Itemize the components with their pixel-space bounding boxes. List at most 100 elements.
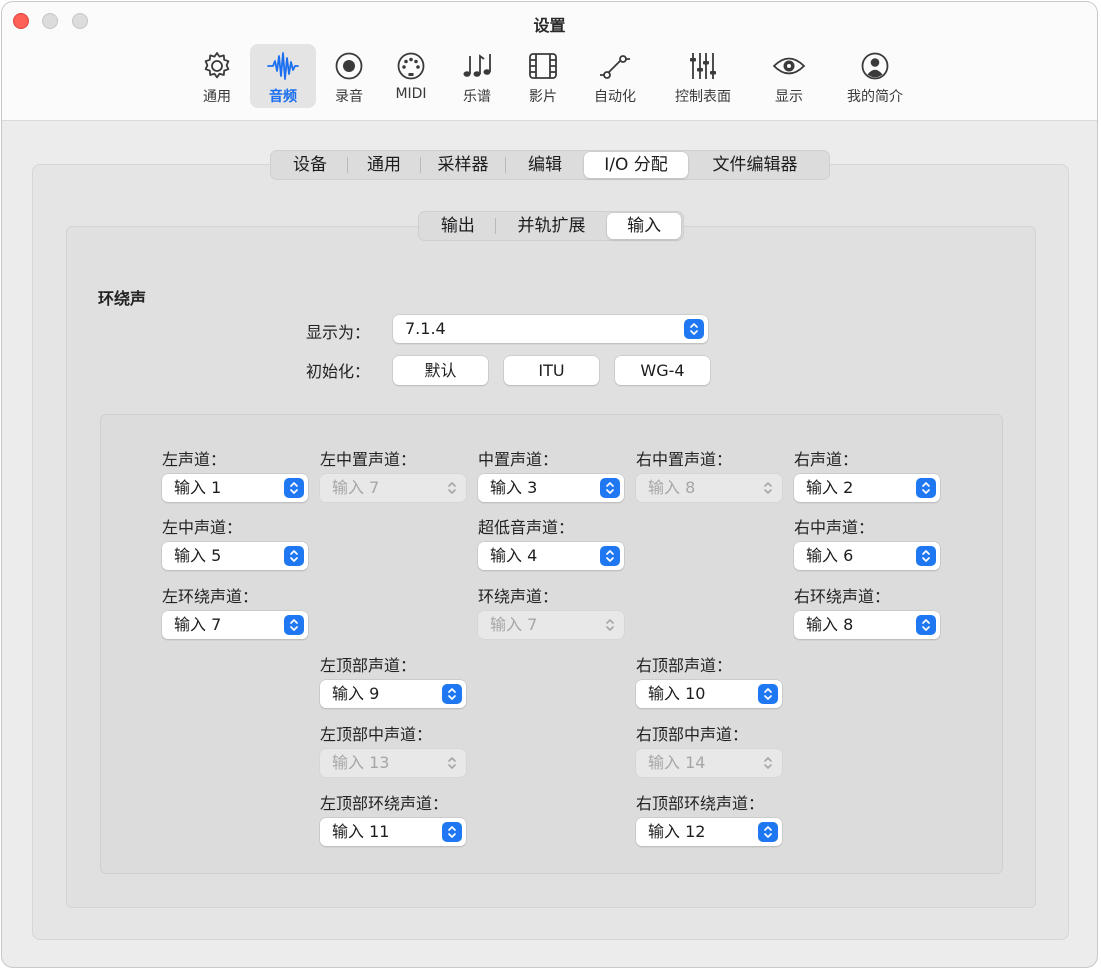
surround-channel-popup: 输入 7 xyxy=(478,611,624,639)
music-notes-icon xyxy=(463,54,491,77)
toolbar-item-record[interactable]: 录音 xyxy=(322,44,376,108)
right-center-channel-popup: 输入 8 xyxy=(636,474,782,502)
popup-value: 输入 10 xyxy=(648,684,706,703)
left-top-surround-channel-popup[interactable]: 输入 11 xyxy=(320,818,466,846)
up-down-chevron-icon xyxy=(758,822,778,842)
up-down-chevron-icon xyxy=(600,478,620,498)
up-down-chevron-icon xyxy=(758,684,778,704)
right-top-surround-channel-label: 右顶部环绕声道： xyxy=(636,794,765,813)
toolbar-item-label: 控制表面 xyxy=(675,89,731,105)
toolbar-item-label: 录音 xyxy=(335,89,363,105)
subtab-bounce-extensions[interactable]: 并轨扩展 xyxy=(496,213,608,239)
up-down-chevron-icon xyxy=(442,684,462,704)
left-channel-popup[interactable]: 输入 1 xyxy=(162,474,308,502)
right-channel-popup[interactable]: 输入 2 xyxy=(794,474,940,502)
toolbar-item-label: 我的简介 xyxy=(847,89,903,105)
tab-editing[interactable]: 编辑 xyxy=(506,152,584,178)
right-top-channel-label: 右顶部声道： xyxy=(636,656,733,675)
left-channel-label: 左声道： xyxy=(162,450,227,469)
init-wg4-button[interactable]: WG-4 xyxy=(615,356,710,385)
init-default-button[interactable]: 默认 xyxy=(393,356,488,385)
right-channel-label: 右声道： xyxy=(794,450,859,469)
popup-value: 输入 7 xyxy=(332,478,380,497)
center-channel-popup[interactable]: 输入 3 xyxy=(478,474,624,502)
tab-devices[interactable]: 设备 xyxy=(273,152,347,178)
up-down-chevron-icon xyxy=(684,319,704,339)
popup-value: 输入 7 xyxy=(174,615,222,634)
up-down-chevron-icon xyxy=(284,615,304,635)
popup-value: 输入 2 xyxy=(806,478,854,497)
popup-value: 输入 12 xyxy=(648,822,706,841)
tab-general[interactable]: 通用 xyxy=(348,152,420,178)
left-surround-channel-popup[interactable]: 输入 7 xyxy=(162,611,308,639)
gear-icon xyxy=(204,52,230,79)
toolbar-item-label: 影片 xyxy=(529,89,557,105)
window-title: 设置 xyxy=(533,16,566,35)
up-down-chevron-icon xyxy=(916,478,936,498)
popup-value: 输入 5 xyxy=(174,546,222,565)
toolbar-item-label: 自动化 xyxy=(594,89,636,105)
right-top-surround-channel-popup[interactable]: 输入 12 xyxy=(636,818,782,846)
toolbar-item-control-surfaces[interactable]: 控制表面 xyxy=(664,44,742,108)
profile-icon xyxy=(861,52,889,80)
popup-value: 输入 7 xyxy=(490,615,538,634)
popup-value: 输入 8 xyxy=(648,478,696,497)
lfe-channel-label: 超低音声道： xyxy=(478,518,575,537)
toolbar-item-midi[interactable]: MIDI xyxy=(384,44,438,108)
midi-port-icon xyxy=(397,52,425,80)
toolbar-item-score[interactable]: 乐谱 xyxy=(448,44,506,108)
waveform-icon xyxy=(267,52,299,80)
left-center-channel-label: 左中置声道： xyxy=(320,450,417,469)
toolbar-item-movie[interactable]: 影片 xyxy=(514,44,572,108)
subtab-input[interactable]: 输入 xyxy=(607,213,682,239)
up-down-chevron-icon xyxy=(442,753,462,773)
sliders-icon xyxy=(690,53,716,79)
toolbar-item-general[interactable]: 通用 xyxy=(188,44,246,108)
toolbar-item-automation[interactable]: 自动化 xyxy=(582,44,648,108)
display-as-popup[interactable]: 7.1.4 xyxy=(393,315,708,343)
right-top-channel-popup[interactable]: 输入 10 xyxy=(636,680,782,708)
up-down-chevron-icon xyxy=(600,546,620,566)
toolbar-item-audio[interactable]: 音频 xyxy=(250,44,316,108)
display-as-label: 显示为： xyxy=(306,323,371,342)
tab-file-editor[interactable]: 文件编辑器 xyxy=(688,152,822,178)
popup-value: 输入 3 xyxy=(490,478,538,497)
right-top-mid-channel-label: 右顶部中声道： xyxy=(636,725,749,744)
center-channel-label: 中置声道： xyxy=(478,450,559,469)
popup-value: 输入 9 xyxy=(332,684,380,703)
init-itu-button[interactable]: ITU xyxy=(504,356,599,385)
left-top-mid-channel-label: 左顶部中声道： xyxy=(320,725,433,744)
left-top-channel-popup[interactable]: 输入 9 xyxy=(320,680,466,708)
popup-value: 输入 1 xyxy=(174,478,222,497)
right-mid-channel-label: 右中声道： xyxy=(794,518,875,537)
main-tab-bar: 设备 通用 采样器 编辑 I/O 分配 文件编辑器 xyxy=(270,150,830,180)
lfe-channel-popup[interactable]: 输入 4 xyxy=(478,542,624,570)
surround-heading: 环绕声 xyxy=(98,289,147,308)
subtab-output[interactable]: 输出 xyxy=(421,213,495,239)
right-surround-channel-label: 右环绕声道： xyxy=(794,587,891,606)
up-down-chevron-icon xyxy=(442,822,462,842)
left-top-surround-channel-label: 左顶部环绕声道： xyxy=(320,794,449,813)
toolbar-item-display[interactable]: 显示 xyxy=(760,44,818,108)
tab-sampler[interactable]: 采样器 xyxy=(421,152,505,178)
toolbar-item-my-info[interactable]: 我的简介 xyxy=(838,44,912,108)
left-mid-channel-popup[interactable]: 输入 5 xyxy=(162,542,308,570)
toolbar-item-label: 通用 xyxy=(203,89,231,105)
automation-icon xyxy=(600,55,630,79)
up-down-chevron-icon xyxy=(442,478,462,498)
right-surround-channel-popup[interactable]: 输入 8 xyxy=(794,611,940,639)
tab-io-assignments[interactable]: I/O 分配 xyxy=(584,152,688,178)
up-down-chevron-icon xyxy=(916,615,936,635)
toolbar-item-label: 音频 xyxy=(269,89,297,105)
popup-value: 输入 11 xyxy=(332,822,390,841)
right-mid-channel-popup[interactable]: 输入 6 xyxy=(794,542,940,570)
surround-channel-label: 环绕声道： xyxy=(478,587,559,606)
toolbar: 设置 通用 音频 录音 MIDI 乐谱 影片 自动化 控制表面 显示 我的简介 xyxy=(2,2,1097,121)
right-center-channel-label: 右中置声道： xyxy=(636,450,733,469)
popup-value: 7.1.4 xyxy=(405,319,446,338)
up-down-chevron-icon xyxy=(600,615,620,635)
left-top-mid-channel-popup: 输入 13 xyxy=(320,749,466,777)
toolbar-item-label: 乐谱 xyxy=(463,89,491,105)
record-icon xyxy=(335,52,363,80)
toolbar-item-label: MIDI xyxy=(395,86,427,102)
